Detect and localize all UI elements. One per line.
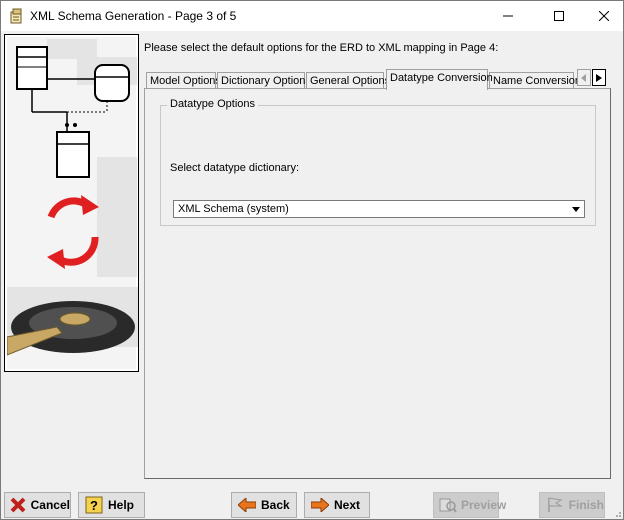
preview-icon [439, 495, 457, 515]
next-label: Next [334, 498, 361, 512]
wizard-graphic [6, 39, 138, 356]
svg-text:?: ? [90, 498, 98, 513]
help-button[interactable]: ? Help [78, 492, 145, 518]
datatype-dictionary-select[interactable]: XML Schema (system) [173, 200, 585, 218]
help-label: Help [108, 498, 135, 512]
finish-label: Finish [568, 498, 604, 512]
table-icon [16, 46, 48, 90]
minimize-icon [503, 15, 513, 17]
preview-button[interactable]: Preview [433, 492, 506, 518]
group-title: Datatype Options [167, 98, 258, 110]
table-icon [56, 131, 90, 178]
back-arrow-icon [237, 495, 257, 515]
close-button[interactable] [581, 1, 624, 31]
chevron-left-icon [581, 73, 586, 82]
app-icon [9, 8, 25, 24]
finish-flag-icon [545, 495, 565, 515]
database-icon [94, 64, 130, 102]
datatype-options-group: Datatype Options Select datatype diction… [160, 98, 596, 226]
selected-dictionary-value: XML Schema (system) [178, 203, 289, 215]
chevron-right-icon [596, 73, 602, 82]
next-button[interactable]: Next [304, 492, 370, 518]
select-dictionary-label: Select datatype dictionary: [170, 162, 300, 174]
maximize-button[interactable] [536, 1, 582, 31]
resize-grip-icon[interactable] [612, 508, 622, 518]
cancel-x-icon [10, 495, 27, 515]
maximize-icon [554, 11, 564, 21]
window-title: XML Schema Generation - Page 3 of 5 [30, 9, 237, 23]
preview-label: Preview [461, 498, 507, 512]
chevron-down-icon [572, 206, 580, 212]
title-bar: XML Schema Generation - Page 3 of 5 [1, 1, 623, 31]
tab-datatype-conversion[interactable]: Datatype Conversion [386, 69, 493, 90]
dialog-window: XML Schema Generation - Page 3 of 5 Plea… [0, 0, 624, 520]
cancel-button[interactable]: Cancel [4, 492, 71, 518]
back-button[interactable]: Back [231, 492, 297, 518]
close-icon [599, 11, 609, 21]
tab-scroll-left-button[interactable] [577, 69, 591, 86]
wizard-illustration [4, 34, 139, 372]
cancel-label: Cancel [30, 498, 70, 512]
instruction-text: Please select the default options for th… [144, 42, 499, 54]
next-arrow-icon [310, 495, 330, 515]
minimize-button[interactable] [485, 1, 531, 31]
help-icon: ? [84, 495, 104, 515]
datatype-conversion-page: Datatype Options Select datatype diction… [144, 88, 611, 479]
back-label: Back [261, 498, 290, 512]
finish-button[interactable]: Finish [539, 492, 605, 518]
dropdown-button[interactable] [569, 202, 583, 216]
tab-scroll-right-button[interactable] [592, 69, 606, 86]
